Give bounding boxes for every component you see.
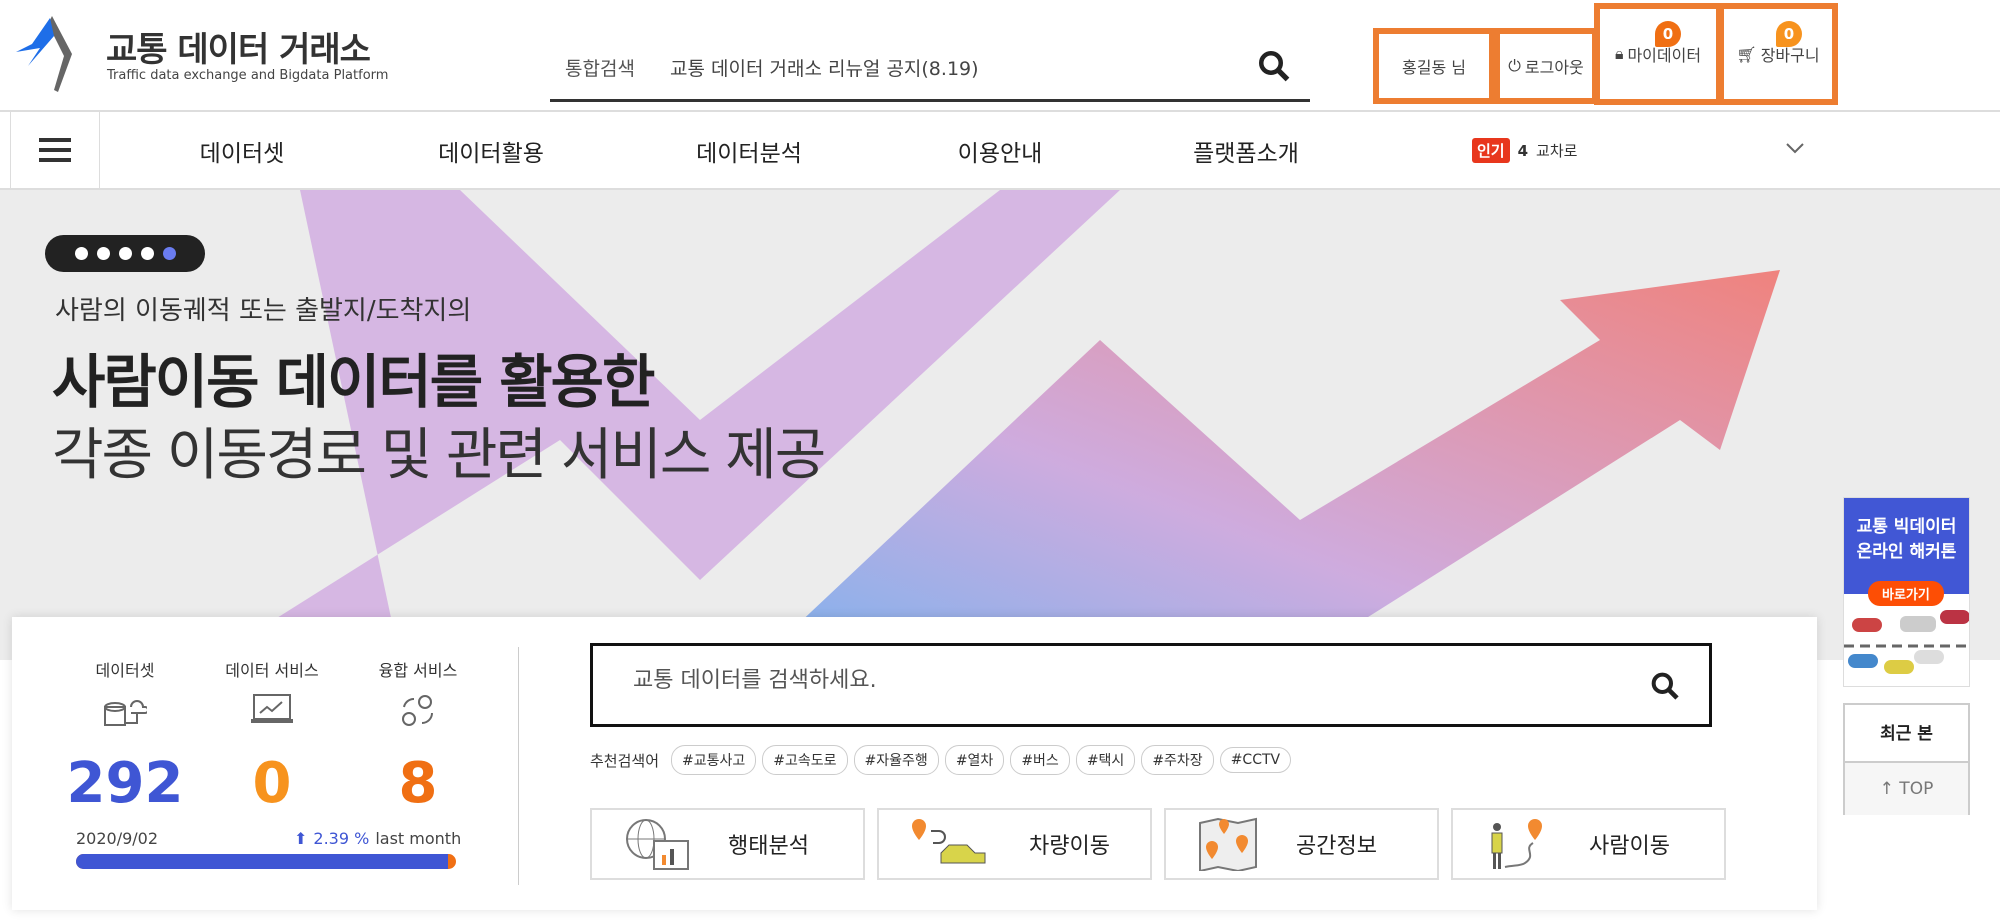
hamburger-icon: [39, 138, 71, 162]
growth-value: 2.39 %: [313, 829, 370, 848]
tag-chip[interactable]: #주차장: [1141, 745, 1214, 775]
logo-subtitle: Traffic data exchange and Bigdata Platfo…: [107, 68, 389, 83]
go-button[interactable]: 바로가기: [1868, 581, 1944, 606]
gears-sync-icon: [333, 693, 503, 743]
banner-line3: 각종 이동경로 및 관련 서비스 제공: [52, 423, 826, 488]
hackathon-line1: 교통 빅데이터: [1856, 517, 1957, 537]
divider: [518, 647, 519, 885]
cars-illustration: [1844, 610, 1969, 674]
data-search-input[interactable]: [633, 668, 1533, 693]
growth-indicator: ⬆ 2.39 % last month: [294, 829, 461, 848]
popular-badge: 인기: [1472, 138, 1510, 163]
banner-line1: 사람의 이동궤적 또는 출발지/도착지의: [55, 296, 472, 326]
person-route-icon: [1491, 819, 1542, 869]
logo[interactable]: 교통 데이터 거래소 Traffic data exchange and Big…: [14, 14, 394, 94]
stat-value: 8: [398, 751, 438, 816]
popular-rank: 4: [1517, 141, 1529, 160]
car-route-icon: [912, 819, 986, 864]
recent-viewed-button[interactable]: 최근 본: [1845, 705, 1968, 763]
stat-convergence-service[interactable]: 융합 서비스 8: [333, 657, 503, 816]
slide-dot[interactable]: [118, 247, 132, 260]
stat-dataset[interactable]: 데이터셋 292: [40, 657, 210, 816]
growth-suffix: last month: [375, 829, 462, 848]
header: 교통 데이터 거래소 Traffic data exchange and Big…: [0, 0, 2000, 112]
chevron-down-icon[interactable]: [1785, 142, 1805, 156]
laptop-chart-icon: [187, 693, 357, 743]
category-label: 공간정보: [1296, 834, 1377, 859]
category-people-movement[interactable]: 사람이동: [1451, 808, 1726, 880]
hero-banner: 사람의 이동궤적 또는 출발지/도착지의 사람이동 데이터를 활용한 각종 이동…: [0, 190, 2000, 660]
main-nav: 데이터셋 데이터활용 데이터분석 이용안내 플랫폼소개 인기 4 교차로: [0, 112, 2000, 190]
slide-dot[interactable]: [96, 247, 110, 260]
hackathon-banner[interactable]: 교통 빅데이터 온라인 해커톤 바로가기: [1843, 497, 1970, 687]
search-notice[interactable]: 교통 데이터 거래소 리뉴얼 공지(8.19): [670, 54, 979, 81]
cart-button[interactable]: 🛒︎ 장바구니 0: [1718, 3, 1838, 105]
tag-chip[interactable]: #교통사고: [671, 745, 757, 775]
slide-dot[interactable]: [140, 247, 154, 260]
nav-item-guide[interactable]: 이용안내: [958, 134, 1043, 168]
tag-chip[interactable]: #고속도로: [762, 745, 848, 775]
power-icon: ⏻: [1508, 56, 1521, 75]
stat-label: 융합 서비스: [378, 661, 458, 680]
popular-term: 교차로: [1536, 142, 1578, 160]
hackathon-line2: 온라인 해커톤: [1856, 541, 1957, 562]
my-data-button[interactable]: 🔒︎ 마이데이터 0: [1594, 3, 1722, 105]
search-icon[interactable]: [1649, 670, 1681, 702]
slide-dot-active[interactable]: [162, 247, 176, 260]
user-name: 홍길동 님: [1402, 58, 1466, 77]
slide-indicator: [45, 235, 205, 272]
search-icon[interactable]: [1256, 48, 1292, 84]
database-cloud-icon: [40, 693, 210, 743]
stat-value: 292: [66, 751, 184, 816]
slide-dot[interactable]: [74, 247, 88, 260]
user-name-button[interactable]: 홍길동 님: [1373, 28, 1495, 104]
recommended-tags: 추천검색어 #교통사고 #고속도로 #자율주행 #열차 #버스 #택시 #주차장…: [590, 745, 1292, 775]
logo-icon: [16, 16, 72, 92]
tag-chip[interactable]: #열차: [944, 745, 1005, 775]
tag-chip[interactable]: #택시: [1075, 745, 1136, 775]
logout-label: 로그아웃: [1524, 58, 1584, 77]
stat-data-service[interactable]: 데이터 서비스 0: [187, 657, 357, 816]
map-pins-icon: [1199, 817, 1257, 871]
nav-item-data-use[interactable]: 데이터활용: [438, 134, 544, 168]
category-vehicle-movement[interactable]: 차량이동: [877, 808, 1152, 880]
stat-label: 데이터 서비스: [225, 661, 319, 680]
menu-button[interactable]: [10, 112, 100, 188]
popular-keyword[interactable]: 인기 4 교차로: [1472, 138, 1577, 163]
hackathon-banner-top: 교통 빅데이터 온라인 해커톤: [1844, 498, 1969, 594]
global-search[interactable]: 통합검색 교통 데이터 거래소 리뉴얼 공지(8.19): [550, 44, 1310, 102]
progress-fill: [76, 854, 449, 869]
banner-headline: 사람이동 데이터를 활용한: [52, 348, 655, 416]
main-card: 데이터셋 292 데이터 서비스 0 융합 서비스 8 2020/9/02 ⬆ …: [12, 617, 1817, 910]
scroll-top-button[interactable]: ↑ TOP: [1845, 763, 1968, 815]
stats-date: 2020/9/02: [76, 829, 159, 848]
data-search-box[interactable]: [590, 643, 1712, 727]
tag-chip[interactable]: #버스: [1010, 745, 1070, 775]
logout-button[interactable]: ⏻ 로그아웃: [1494, 28, 1598, 104]
tag-chip[interactable]: #자율주행: [853, 745, 939, 775]
arrow-up-icon: ⬆: [294, 829, 308, 848]
nav-item-data-analysis[interactable]: 데이터분석: [696, 134, 802, 168]
category-spatial-info[interactable]: 공간정보: [1164, 808, 1439, 880]
category-behavior-analysis[interactable]: 행태분석: [590, 808, 865, 880]
category-label: 행태분석: [728, 834, 809, 859]
recent-viewed-panel: 최근 본 ↑ TOP: [1843, 703, 1970, 815]
tag-chip[interactable]: #CCTV: [1219, 747, 1292, 773]
logo-title: 교통 데이터 거래소: [106, 30, 371, 70]
search-label: 통합검색: [565, 58, 635, 80]
cart-count-badge: 0: [1776, 21, 1802, 47]
my-data-count-badge: 0: [1655, 21, 1681, 47]
globe-chart-icon: [626, 819, 689, 870]
cart-icon: 🛒︎: [1736, 44, 1757, 64]
category-label: 차량이동: [1029, 834, 1110, 859]
lock-icon: 🔒︎: [1614, 44, 1624, 63]
nav-item-platform[interactable]: 플랫폼소개: [1193, 134, 1299, 168]
category-label: 사람이동: [1589, 834, 1670, 859]
nav-item-dataset[interactable]: 데이터셋: [200, 134, 285, 168]
tags-label: 추천검색어: [590, 751, 660, 770]
stat-label: 데이터셋: [95, 661, 155, 680]
progress-bar: [76, 854, 456, 869]
stat-value: 0: [252, 751, 292, 816]
